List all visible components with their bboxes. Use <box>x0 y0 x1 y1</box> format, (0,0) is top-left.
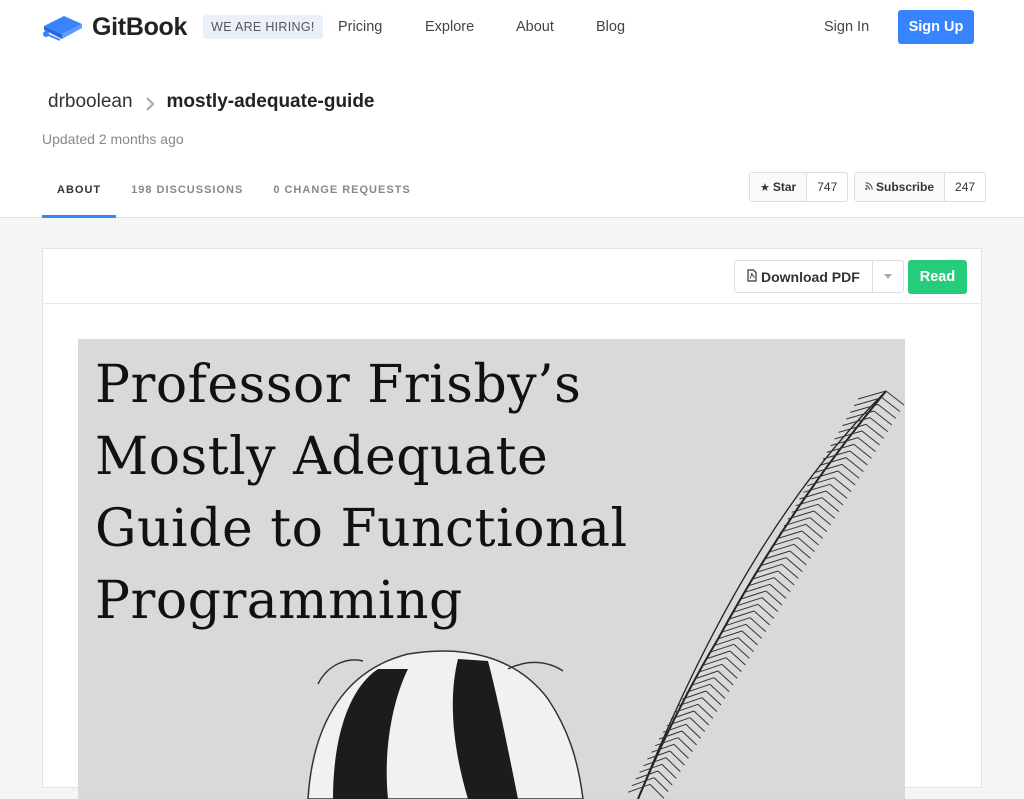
book-icon <box>42 12 84 42</box>
read-button[interactable]: Read <box>908 260 967 294</box>
book-card: Download PDF Read Professor Frisby’s Mos… <box>42 248 982 799</box>
hiring-badge[interactable]: WE ARE HIRING! <box>203 15 323 39</box>
chevron-right-icon <box>145 95 155 111</box>
repo-name-link[interactable]: mostly-adequate-guide <box>167 91 375 113</box>
top-nav: GitBook WE ARE HIRING! Pricing Explore A… <box>0 0 1024 54</box>
repo-tabs: ABOUT 198 DISCUSSIONS 0 CHANGE REQUESTS <box>42 180 426 218</box>
sign-up-button[interactable]: Sign Up <box>898 10 974 44</box>
download-pdf-label: Download PDF <box>761 268 860 285</box>
rss-icon <box>865 181 873 193</box>
cover-title-line: Mostly Adequate <box>95 427 549 487</box>
star-counter: ★ Star 747 <box>749 172 849 202</box>
subscribe-count[interactable]: 247 <box>945 173 985 201</box>
download-pdf-button[interactable]: Download PDF <box>735 261 873 292</box>
star-button[interactable]: ★ Star <box>750 173 808 201</box>
pdf-file-icon <box>747 268 757 285</box>
nav-blog[interactable]: Blog <box>596 19 625 35</box>
star-icon: ★ <box>760 181 770 194</box>
nav-explore[interactable]: Explore <box>425 19 474 35</box>
cover-title-line: Professor Frisby’s <box>95 355 582 415</box>
nav-pricing[interactable]: Pricing <box>338 19 382 35</box>
subscribe-label: Subscribe <box>876 180 935 194</box>
breadcrumb: drboolean mostly-adequate-guide <box>48 91 375 113</box>
cover-title: Professor Frisby’s Mostly Adequate Guide… <box>95 349 628 637</box>
subscribe-button[interactable]: Subscribe <box>855 173 946 201</box>
header: GitBook WE ARE HIRING! Pricing Explore A… <box>0 0 1024 218</box>
subscribe-counter: Subscribe 247 <box>854 172 987 202</box>
cover-title-line: Guide to Functional <box>95 499 628 559</box>
tab-change-requests[interactable]: 0 CHANGE REQUESTS <box>258 180 425 218</box>
cover-title-line: Programming <box>95 571 463 631</box>
download-group: Download PDF <box>734 260 904 293</box>
sign-in-link[interactable]: Sign In <box>824 19 869 35</box>
star-count[interactable]: 747 <box>807 173 847 201</box>
nav-about[interactable]: About <box>516 19 554 35</box>
repo-owner-link[interactable]: drboolean <box>48 91 133 113</box>
star-label: Star <box>772 180 797 194</box>
brand-name: GitBook <box>92 12 188 41</box>
book-actions-bar: Download PDF Read <box>43 249 981 304</box>
tab-discussions[interactable]: 198 DISCUSSIONS <box>116 180 258 218</box>
book-cover[interactable]: Professor Frisby’s Mostly Adequate Guide… <box>78 339 905 799</box>
updated-text: Updated 2 months ago <box>42 131 184 147</box>
caret-down-icon[interactable] <box>873 261 903 292</box>
tab-about[interactable]: ABOUT <box>42 180 117 218</box>
logo-link[interactable]: GitBook <box>42 12 187 42</box>
